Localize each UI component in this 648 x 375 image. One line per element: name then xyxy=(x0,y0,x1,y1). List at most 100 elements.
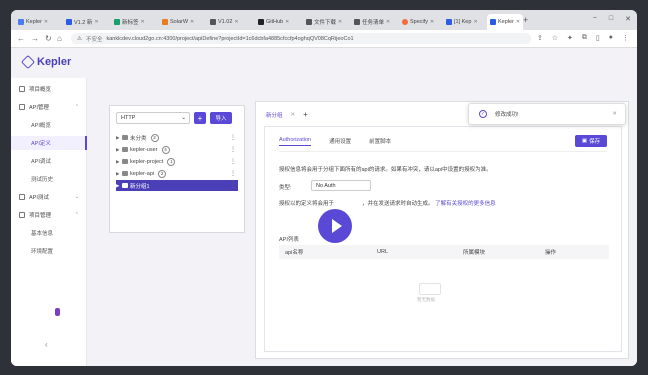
tab-pre-script[interactable]: 前置脚本 xyxy=(369,137,391,146)
browser-tab[interactable]: GitHub ✕ xyxy=(255,16,301,28)
tab-favicon xyxy=(114,19,120,25)
back-icon[interactable]: ← xyxy=(17,34,25,43)
more-icon[interactable]: ⋮ xyxy=(230,134,236,141)
sidebar-item-project-overview[interactable]: 项目概览 xyxy=(11,82,87,96)
url-field[interactable]: ⚠ 不安全 kanklcdev.cloud2go.cn:4300/project… xyxy=(71,33,531,44)
add-tab-icon[interactable]: + xyxy=(303,110,308,119)
play-video-button[interactable] xyxy=(318,209,352,243)
tree-row[interactable]: ▶ 未分类 2 ⋮ xyxy=(116,132,238,143)
folder-icon xyxy=(122,159,128,164)
sidebar-item-api-overview[interactable]: API概览 xyxy=(11,118,87,132)
share-icon[interactable]: ⇪ xyxy=(537,34,543,42)
browser-tab[interactable]: SolarW ✕ xyxy=(159,16,205,28)
star-icon[interactable]: ☆ xyxy=(552,34,558,42)
browser-tab[interactable]: V1.02 ✕ xyxy=(207,16,253,28)
count-badge: 2 xyxy=(158,169,167,178)
app-logo[interactable]: Kepler xyxy=(20,54,71,70)
browser-tab[interactable]: 新标签 ✕ xyxy=(111,16,157,28)
browser-tab[interactable]: Kepler ✕ xyxy=(15,16,61,28)
close-icon[interactable]: ✕ xyxy=(430,19,434,25)
browser-tab[interactable]: [1] Kep ✕ xyxy=(443,16,485,28)
close-icon[interactable]: ✕ xyxy=(44,19,48,25)
tree-row-selected[interactable]: ▶ 新分组1 ⋮ xyxy=(116,180,238,191)
count-badge: 1 xyxy=(167,157,176,166)
divider xyxy=(279,151,607,152)
close-icon[interactable]: ✕ xyxy=(285,19,289,25)
folder-icon xyxy=(122,147,128,152)
sidebar-icon[interactable]: ▯ xyxy=(596,34,600,42)
auth-type-select[interactable]: No Auth xyxy=(311,180,371,191)
browser-tab[interactable]: 任务清单 ✕ xyxy=(351,16,397,28)
tab-favicon xyxy=(210,19,216,25)
tab-favicon xyxy=(354,19,360,25)
tree-toolbar: HTTP ⌄ + 导入 xyxy=(116,112,232,124)
sidebar-item-api-management[interactable]: API管理 ⌃ xyxy=(11,100,87,114)
browser-tab-bar: Kepler ✕ V1.2 新 ✕ 新标签 ✕ SolarW ✕ V1.02 ✕ GitH… xyxy=(11,10,637,30)
more-icon[interactable]: ⋮ xyxy=(230,170,236,177)
reload-icon[interactable]: ↻ xyxy=(45,34,52,43)
close-icon[interactable]: ✕ xyxy=(612,111,617,117)
address-bar-row: ← → ↻ ⌂ ⚠ 不安全 kanklcdev.cloud2go.cn:4300… xyxy=(11,30,637,48)
browser-tab[interactable]: Specify ✕ xyxy=(399,16,441,28)
sidebar-item-api-debug[interactable]: API调试 xyxy=(11,154,87,168)
empty-state: 暂无数据 xyxy=(415,277,445,303)
sidebar-item-api-test[interactable]: API测试 ⌄ xyxy=(11,190,87,204)
more-icon[interactable]: ⋮ xyxy=(230,146,236,153)
close-icon[interactable]: ✕ xyxy=(141,19,145,25)
save-icon: ▣ xyxy=(581,138,588,144)
window-controls: − □ ✕ xyxy=(593,15,631,23)
chevron-down-icon: ⌄ xyxy=(181,115,186,121)
close-window-icon[interactable]: ✕ xyxy=(625,15,631,23)
close-icon[interactable]: ✕ xyxy=(473,19,477,25)
sidebar-item-test-history[interactable]: 测试历史 xyxy=(11,172,87,186)
learn-more-link[interactable]: 了解有关授权的更多信息 xyxy=(435,201,496,207)
tab-authorization[interactable]: Authorization xyxy=(279,137,312,146)
tree-row[interactable]: ▶ kepler-project 1 ⋮ xyxy=(116,156,238,167)
tree-row[interactable]: ▶ kepler-user 4 ⋮ xyxy=(116,144,238,155)
browser-tab[interactable]: 文件下载 ✕ xyxy=(303,16,349,28)
close-icon[interactable]: ✕ xyxy=(291,112,296,118)
api-group-tree: HTTP ⌄ + 导入 ▶ 未分类 2 ⋮ ▶ kepler-user 4 ⋮ ▶ kepler… xyxy=(109,105,245,233)
profile-icon[interactable]: ● xyxy=(609,34,613,42)
browser-tab-active[interactable]: Kepler ✕ xyxy=(487,14,523,30)
protocol-select[interactable]: HTTP ⌄ xyxy=(116,112,190,124)
forward-icon[interactable]: → xyxy=(31,34,39,43)
maximize-icon[interactable]: □ xyxy=(609,15,613,23)
group-tab[interactable]: 新分组 ✕ + xyxy=(266,110,308,119)
url-security-label: 不安全 xyxy=(85,36,103,43)
tab-general-settings[interactable]: 通用设置 xyxy=(329,137,351,146)
column-header: URL xyxy=(377,249,389,255)
close-icon[interactable]: ✕ xyxy=(234,19,238,25)
sidebar-item-env-config[interactable]: 环境配置 xyxy=(11,244,87,258)
chevron-left-icon[interactable]: ‹ xyxy=(45,340,48,349)
more-icon[interactable]: ⋮ xyxy=(230,158,236,165)
kepler-logo-icon xyxy=(20,54,36,70)
url-text: kanklcdev.cloud2go.cn:4300/project/apiDe… xyxy=(106,35,354,42)
group-detail-panel: 新分组 ✕ + Authorization 通用设置 前置脚本 ▣ 保存 授权信息… xyxy=(255,101,629,359)
mouse-cursor-icon xyxy=(55,308,60,316)
sidebar-item-project-management[interactable]: 项目管理 ⌃ xyxy=(11,208,87,222)
sidebar-item-basic-info[interactable]: 基本信息 xyxy=(11,226,87,240)
puzzle-icon[interactable]: ⧉ xyxy=(582,34,587,42)
extension-icon[interactable]: ✦ xyxy=(567,34,573,42)
success-toast: ✓ 修改成功! ✕ xyxy=(468,103,626,125)
import-button[interactable]: 导入 xyxy=(210,112,232,124)
new-tab-button[interactable]: + xyxy=(523,15,528,25)
sidebar-item-api-definition[interactable]: API定义 xyxy=(11,136,87,150)
menu-icon[interactable]: ⋮ xyxy=(622,34,629,42)
tab-favicon xyxy=(446,19,452,25)
tree-row[interactable]: ▶ kepler-api 2 ⋮ xyxy=(116,168,238,179)
settings-tabs: Authorization 通用设置 前置脚本 xyxy=(279,137,391,146)
close-icon[interactable]: ✕ xyxy=(94,19,98,25)
add-group-button[interactable]: + xyxy=(194,112,206,124)
minimize-icon[interactable]: − xyxy=(593,15,597,23)
column-header: api名称 xyxy=(285,250,304,256)
close-icon[interactable]: ✕ xyxy=(338,19,342,25)
home-icon[interactable]: ⌂ xyxy=(57,34,62,43)
browser-tab[interactable]: V1.2 新 ✕ xyxy=(63,16,109,28)
save-button[interactable]: ▣ 保存 xyxy=(575,135,607,147)
more-icon[interactable]: ⋮ xyxy=(230,182,236,189)
close-icon[interactable]: ✕ xyxy=(516,19,520,25)
close-icon[interactable]: ✕ xyxy=(386,19,390,25)
close-icon[interactable]: ✕ xyxy=(190,19,194,25)
